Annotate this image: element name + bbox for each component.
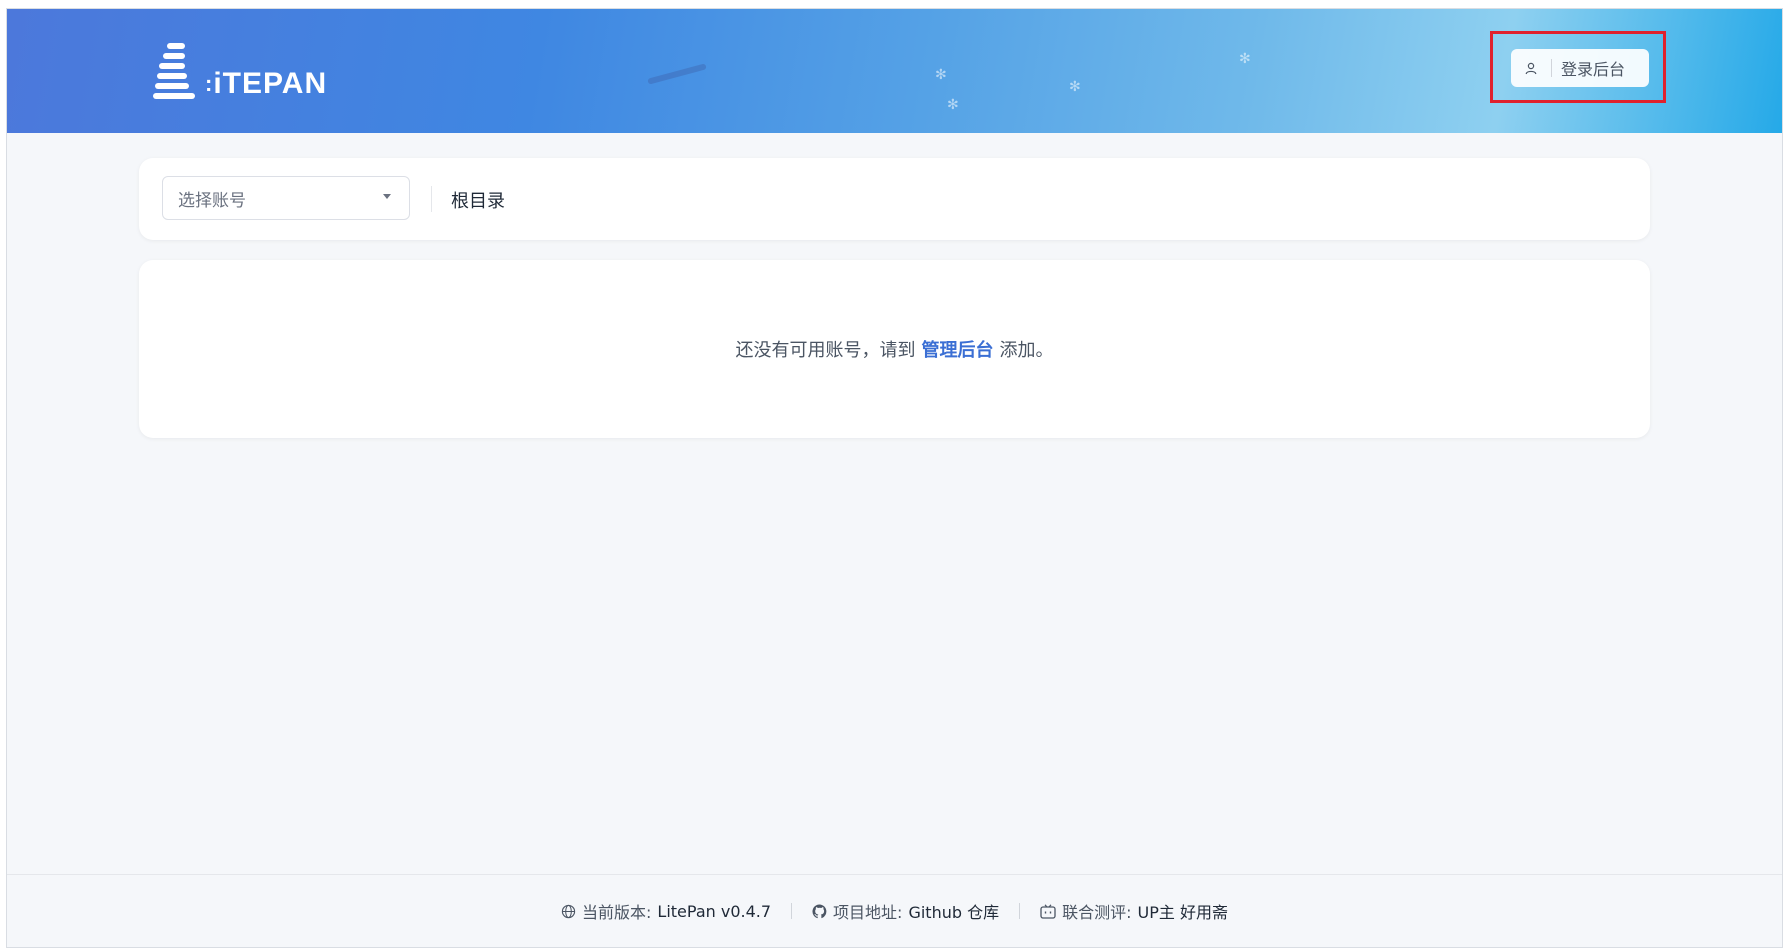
header-banner: ✻ ✻ ✻ ✻ :iTEPAN 登录后台 <box>7 9 1782 133</box>
user-icon <box>1511 59 1552 77</box>
logo-text: :iTEPAN <box>205 67 328 100</box>
caret-down-icon <box>383 194 391 199</box>
login-highlight-box: 登录后台 <box>1490 31 1666 103</box>
banner-decoration: ✻ <box>1069 79 1081 95</box>
tv-icon <box>1040 903 1056 919</box>
banner-decoration: ✻ <box>947 97 959 113</box>
footer-repo: 项目地址: Github 仓库 <box>812 899 999 923</box>
login-admin-label: 登录后台 <box>1561 60 1626 79</box>
footer-repo-label: 项目地址: <box>833 903 903 922</box>
footer-review-label: 联合测评: <box>1062 903 1132 922</box>
account-select[interactable]: 选择账号 <box>162 176 410 220</box>
litepan-logo[interactable]: :iTEPAN <box>153 37 353 107</box>
admin-panel-link[interactable]: 管理后台 <box>922 336 994 362</box>
account-select-placeholder: 选择账号 <box>178 190 246 211</box>
footer-divider <box>1019 903 1021 919</box>
footer-divider <box>791 903 793 919</box>
empty-state-card: 还没有可用账号，请到 管理后台 添加。 <box>139 260 1650 438</box>
breadcrumb-root[interactable]: 根目录 <box>451 187 505 213</box>
toolbar-divider <box>431 186 432 212</box>
footer-version-label: 当前版本: <box>582 903 652 922</box>
footer: 当前版本: LitePan v0.4.7 项目地址: Github 仓库 联合测… <box>7 874 1782 947</box>
toolbar-card: 选择账号 根目录 <box>139 158 1650 240</box>
globe-icon <box>561 904 576 919</box>
footer-review: 联合测评: UP主 好用斋 <box>1040 899 1228 923</box>
uploader-link[interactable]: UP主 好用斋 <box>1138 899 1228 923</box>
github-icon <box>812 903 827 919</box>
empty-state-prefix: 还没有可用账号，请到 <box>735 340 916 361</box>
footer-version-value: LitePan v0.4.7 <box>657 901 772 921</box>
banner-decoration: ✻ <box>1239 51 1251 67</box>
app-window: ✻ ✻ ✻ ✻ :iTEPAN 登录后台 选择账号 根目录 还没有可用账号，请到… <box>6 8 1783 948</box>
empty-state-suffix: 添加。 <box>999 340 1054 361</box>
footer-version: 当前版本: LitePan v0.4.7 <box>561 899 771 923</box>
banner-decoration <box>647 63 707 85</box>
banner-decoration: ✻ <box>935 67 947 83</box>
github-repo-link[interactable]: Github 仓库 <box>908 899 999 923</box>
login-admin-button[interactable]: 登录后台 <box>1511 49 1649 87</box>
